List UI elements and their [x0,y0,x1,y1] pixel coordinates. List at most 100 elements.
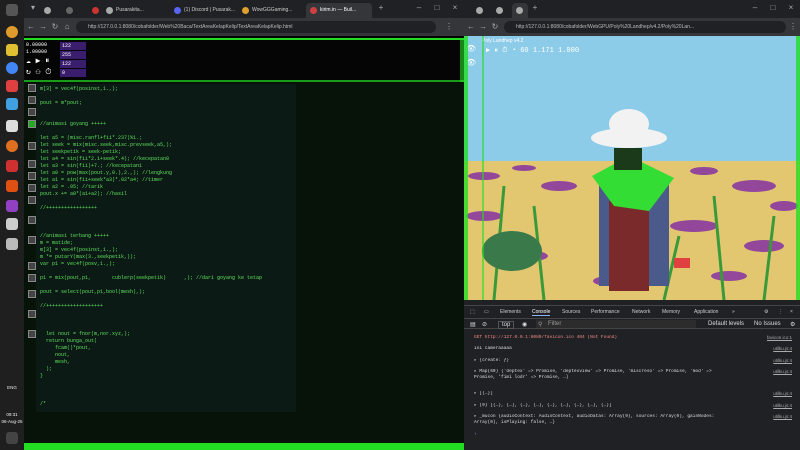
chrome-icon[interactable] [6,62,18,74]
tab-pinned[interactable] [62,3,82,18]
tab[interactable]: Pusarakita... [102,3,168,18]
tab-application[interactable]: Application [694,309,718,315]
maximize-icon[interactable]: □ [432,3,442,13]
console-message[interactable]: ini cameraaaaa [474,346,790,351]
tab-elements[interactable]: Elements [500,309,521,315]
pause-icon[interactable]: ⏸ [494,47,498,55]
new-tab-icon[interactable]: + [530,3,540,13]
address-bar[interactable]: http://127.0.0.1:8080/cobafolder/WebGPU/… [504,21,786,33]
timer-icon[interactable]: ⏱ [502,47,507,55]
side-toggle[interactable] [28,160,36,168]
folder-icon[interactable] [6,44,18,56]
app-icon[interactable] [6,80,18,92]
app-icon[interactable] [6,238,18,250]
minimize-icon[interactable]: – [414,3,424,13]
tab-performance[interactable]: Performance [591,309,620,315]
tab-pinned[interactable] [40,3,62,18]
app-icon[interactable] [6,218,18,230]
side-toggle[interactable] [28,96,36,104]
console-source-link[interactable]: utilku.js:4 [773,346,792,351]
play-icon[interactable]: ▶ [486,47,490,55]
control-icons[interactable]: ↻ ⚇ ⏱ [26,67,51,77]
new-tab-icon[interactable]: + [376,3,386,13]
console-source-link[interactable]: utilku.js:4 [773,358,792,363]
app-icon[interactable] [6,26,18,38]
start-icon[interactable] [6,4,18,16]
console-message[interactable]: ▸ _mucon {audioContext: AudioContext, au… [474,414,724,426]
code-textarea[interactable]: m[3] = vec4f(posinst,1.,); pout = m*pout;… [36,84,296,412]
side-toggle[interactable] [28,84,36,92]
reload-icon[interactable]: ↻ [490,22,500,32]
app-icon[interactable] [6,200,18,212]
tab[interactable]: (1) Discord | Pusarak... [170,3,236,18]
console-source-link[interactable]: utilku.js:4 [773,391,792,396]
console-source-link[interactable]: utilku.js:4 [773,369,792,374]
address-bar[interactable]: http://127.0.0.1:8080/cobafolder/Web%20B… [76,21,436,33]
filter-input[interactable]: Filter [536,320,696,328]
app-icon[interactable] [6,160,18,172]
side-toggle[interactable] [28,142,36,150]
console-message[interactable]: ▸ (9) [{…}, {…}, {…}, {…}, {…}, {…}, {…}… [474,403,790,408]
minimize-icon[interactable]: – [750,3,760,13]
more-icon[interactable]: ⋮ [778,309,783,315]
more-menu-icon[interactable]: ⋮ [444,22,454,32]
close-icon[interactable]: × [450,3,460,13]
side-toggle[interactable] [28,108,36,116]
device-icon[interactable]: ▭ [484,309,489,315]
home-icon[interactable]: ⌂ [62,22,72,32]
side-toggle[interactable] [28,290,36,298]
back-icon[interactable]: ← [466,22,476,32]
side-toggle[interactable] [28,274,36,282]
context-select[interactable]: top [498,321,515,329]
reload-icon[interactable]: ↻ [50,22,60,32]
tab-pinned[interactable] [88,3,102,18]
console-message[interactable]: GET http://127.0.0.1:8080/favicon.ico 40… [474,335,790,340]
webgpu-canvas[interactable]: Poly Landhep v4.2 ▶ ⏸ ⏱ ◔ 60 1.171 1.000… [464,36,800,300]
notification-icon[interactable] [6,432,18,444]
sidebar-icon[interactable]: ▤ [470,321,476,328]
console-message[interactable]: ▸ Map(60) {'deptex' => Promise, 'deptexv… [474,369,724,381]
maximize-icon[interactable]: □ [768,3,778,13]
side-toggle[interactable] [28,196,36,204]
app-icon[interactable] [6,120,18,132]
tab-pinned[interactable] [492,3,508,18]
side-toggle[interactable] [28,310,36,318]
forward-icon[interactable]: → [38,22,48,32]
tab-active[interactable]: kirim.in — Buil... [306,3,372,18]
console-message[interactable]: ▸ {create: ƒ} [474,358,790,363]
clock-date[interactable]: 06-Aug-25 [0,419,24,424]
tab[interactable]: WowGGGaming... [238,3,304,18]
tab-console[interactable]: Console [532,309,551,316]
cloud-icon[interactable]: ☁ ▶ ⏸ [26,56,49,66]
settings-icon[interactable]: ⚙ [764,309,768,315]
tab-sources[interactable]: Sources [562,309,580,315]
more-menu-icon[interactable]: ⋮ [788,22,798,32]
close-icon[interactable]: × [786,3,796,13]
firefox-icon[interactable] [6,140,18,152]
more-tabs-icon[interactable]: » [732,309,735,315]
inspect-icon[interactable]: ⬚ [470,309,475,315]
side-toggle[interactable] [28,184,36,192]
tab-network[interactable]: Network [632,309,650,315]
app-icon[interactable] [6,98,18,110]
console-prompt-icon[interactable]: › [474,432,790,437]
side-toggle[interactable] [28,236,36,244]
side-toggle[interactable] [28,120,36,128]
tab-memory[interactable]: Memory [662,309,680,315]
clear-icon[interactable]: ⊘ [482,321,487,328]
side-toggle[interactable] [28,262,36,270]
console-source-link[interactable]: utilku.js:4 [773,403,792,408]
issues-badge[interactable]: No Issues [754,321,781,327]
forward-icon[interactable]: → [478,22,488,32]
side-toggle[interactable] [28,330,36,338]
tab-menu-icon[interactable]: ▾ [28,3,38,13]
side-toggle[interactable] [28,172,36,180]
settings-icon[interactable]: ⚙ [790,321,795,328]
console-message[interactable]: ▸ [{…}] [474,391,790,396]
side-toggle[interactable] [28,216,36,224]
console-source-link[interactable]: utilku.js:4 [773,414,792,419]
lang-indicator[interactable]: ENG [0,385,24,390]
back-icon[interactable]: ← [26,22,36,32]
tab-pinned[interactable] [472,3,488,18]
app-icon[interactable] [6,180,18,192]
